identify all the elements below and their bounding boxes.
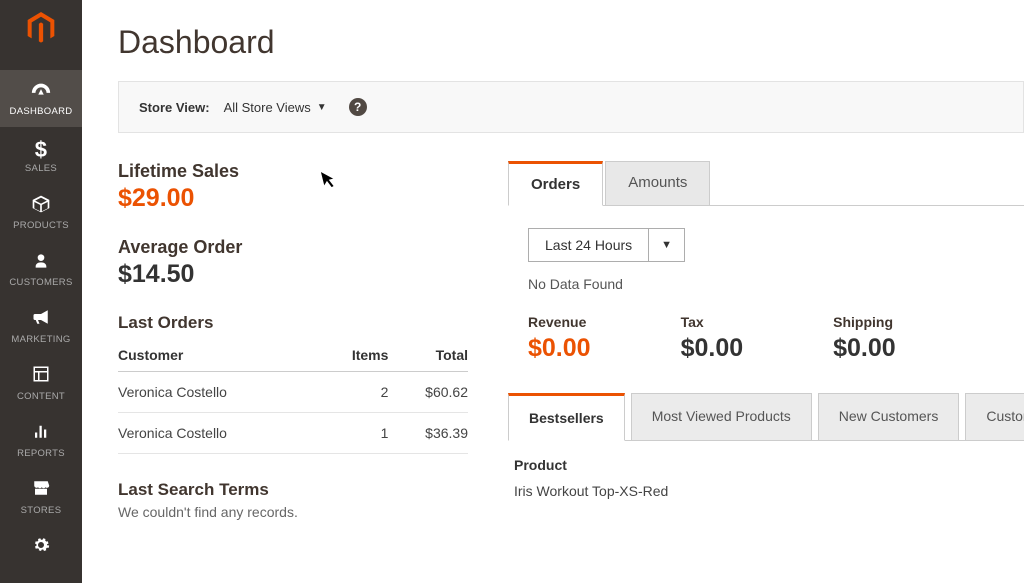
tab-most-viewed[interactable]: Most Viewed Products bbox=[631, 393, 812, 441]
timeframe-select[interactable]: Last 24 Hours ▼ bbox=[528, 228, 685, 262]
store-view-select[interactable]: All Store Views ▼ bbox=[224, 100, 327, 115]
nav-label: DASHBOARD bbox=[10, 106, 73, 117]
megaphone-icon bbox=[31, 308, 51, 330]
col-total: Total bbox=[388, 339, 468, 372]
nav-label: SALES bbox=[25, 163, 57, 174]
storefront-icon bbox=[31, 479, 51, 501]
revenue-label: Revenue bbox=[528, 314, 591, 330]
gauge-icon bbox=[30, 80, 52, 102]
nav-marketing[interactable]: MARKETING bbox=[0, 298, 82, 355]
lifetime-sales-label: Lifetime Sales bbox=[118, 161, 468, 182]
nav-label: STORES bbox=[21, 505, 62, 516]
last-search-empty: We couldn't find any records. bbox=[118, 504, 468, 520]
order-row[interactable]: Veronica Costello 2 $60.62 bbox=[118, 372, 468, 413]
revenue-value: $0.00 bbox=[528, 334, 591, 363]
chevron-down-icon: ▼ bbox=[317, 102, 327, 113]
cell-total: $60.62 bbox=[388, 372, 468, 413]
nav-customers[interactable]: CUSTOMERS bbox=[0, 241, 82, 298]
tab-orders[interactable]: Orders bbox=[508, 161, 603, 206]
dollar-icon: $ bbox=[35, 137, 48, 159]
nav-label: CUSTOMERS bbox=[9, 277, 72, 288]
nav-label: PRODUCTS bbox=[13, 220, 69, 231]
help-icon[interactable]: ? bbox=[349, 98, 367, 116]
lifetime-sales-value: $29.00 bbox=[118, 184, 468, 213]
chevron-down-icon: ▼ bbox=[648, 229, 684, 261]
nav-sales[interactable]: $ SALES bbox=[0, 127, 82, 184]
col-items: Items bbox=[320, 339, 388, 372]
cell-total: $36.39 bbox=[388, 413, 468, 454]
last-orders-table: Customer Items Total Veronica Costello 2… bbox=[118, 339, 468, 454]
page-title: Dashboard bbox=[118, 24, 1024, 61]
store-view-value: All Store Views bbox=[224, 100, 311, 115]
order-row[interactable]: Veronica Costello 1 $36.39 bbox=[118, 413, 468, 454]
last-search-title: Last Search Terms bbox=[118, 480, 468, 500]
stat-shipping: Shipping $0.00 bbox=[833, 314, 896, 363]
bestsellers-row[interactable]: Iris Workout Top-XS-Red bbox=[514, 483, 1024, 499]
store-view-label: Store View: bbox=[139, 100, 210, 115]
gear-icon bbox=[32, 536, 50, 558]
average-order-label: Average Order bbox=[118, 237, 468, 258]
nav-system[interactable] bbox=[0, 526, 82, 572]
shipping-label: Shipping bbox=[833, 314, 896, 330]
stats-row: Revenue $0.00 Tax $0.00 Shipping $0.00 bbox=[528, 314, 1024, 363]
nav-products[interactable]: PRODUCTS bbox=[0, 184, 82, 241]
sidebar: DASHBOARD $ SALES PRODUCTS CUSTOMERS MAR… bbox=[0, 0, 82, 583]
chart-tabs: Orders Amounts bbox=[508, 161, 1024, 206]
timeframe-value: Last 24 Hours bbox=[529, 229, 648, 261]
bestsellers-col-product: Product bbox=[514, 457, 1024, 473]
cell-customer: Veronica Costello bbox=[118, 372, 320, 413]
tab-bestsellers[interactable]: Bestsellers bbox=[508, 393, 625, 441]
cell-items: 1 bbox=[320, 413, 388, 454]
right-column: Orders Amounts Last 24 Hours ▼ No Data F… bbox=[508, 161, 1024, 520]
cell-customer: Veronica Costello bbox=[118, 413, 320, 454]
tax-value: $0.00 bbox=[681, 334, 744, 363]
main-content: Dashboard Store View: All Store Views ▼ … bbox=[82, 0, 1024, 583]
tab-amounts[interactable]: Amounts bbox=[605, 161, 710, 206]
col-customer: Customer bbox=[118, 339, 320, 372]
nav-label: REPORTS bbox=[17, 448, 65, 459]
cell-items: 2 bbox=[320, 372, 388, 413]
layout-icon bbox=[32, 365, 50, 387]
last-orders-title: Last Orders bbox=[118, 313, 468, 333]
no-data-message: No Data Found bbox=[528, 276, 1024, 292]
tax-label: Tax bbox=[681, 314, 744, 330]
nav-label: CONTENT bbox=[17, 391, 65, 402]
stat-tax: Tax $0.00 bbox=[681, 314, 744, 363]
left-column: Lifetime Sales $29.00 Average Order $14.… bbox=[118, 161, 468, 520]
average-order-value: $14.50 bbox=[118, 260, 468, 289]
store-view-bar: Store View: All Store Views ▼ ? bbox=[118, 81, 1024, 133]
stat-revenue: Revenue $0.00 bbox=[528, 314, 591, 363]
tab-customers[interactable]: Customers bbox=[965, 393, 1024, 441]
nav-reports[interactable]: REPORTS bbox=[0, 412, 82, 469]
shipping-value: $0.00 bbox=[833, 334, 896, 363]
bars-icon bbox=[32, 422, 50, 444]
bottom-tabs: Bestsellers Most Viewed Products New Cus… bbox=[508, 393, 1024, 441]
nav-label: MARKETING bbox=[11, 334, 70, 345]
nav-content[interactable]: CONTENT bbox=[0, 355, 82, 412]
magento-logo-icon bbox=[27, 12, 55, 52]
nav-dashboard[interactable]: DASHBOARD bbox=[0, 70, 82, 127]
box-icon bbox=[31, 194, 51, 216]
tab-new-customers[interactable]: New Customers bbox=[818, 393, 960, 441]
person-icon bbox=[33, 251, 49, 273]
nav-stores[interactable]: STORES bbox=[0, 469, 82, 526]
